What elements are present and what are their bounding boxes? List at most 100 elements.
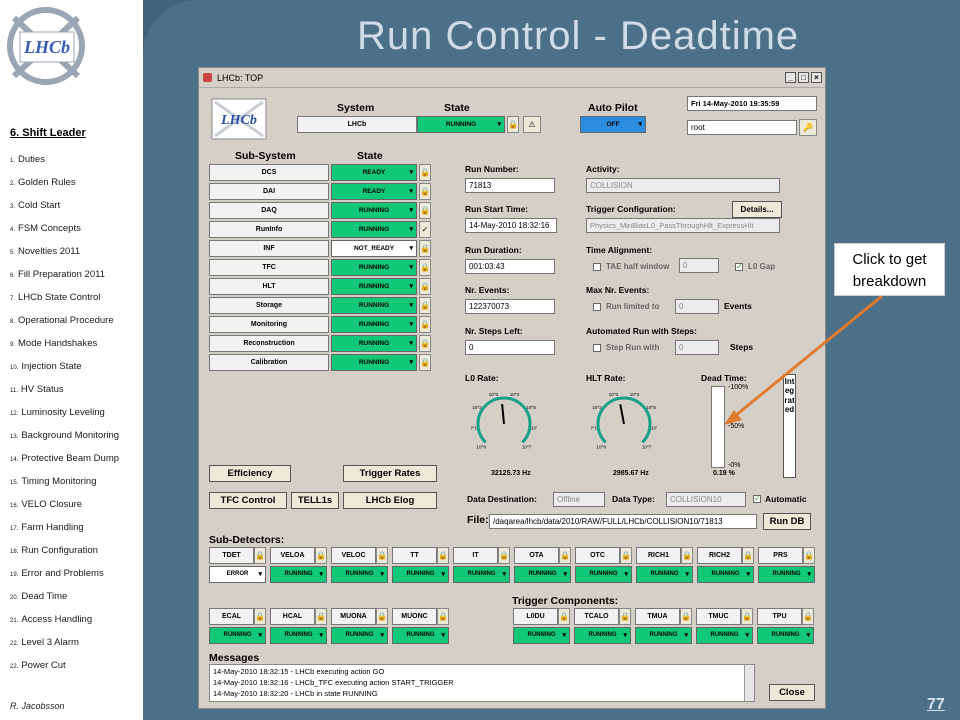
detector-name[interactable]: OTC xyxy=(575,547,620,564)
subsystem-state-dropdown[interactable]: RUNNING xyxy=(331,278,417,295)
lock-icon[interactable]: 🔒 xyxy=(376,608,388,625)
tae-checkbox[interactable] xyxy=(593,263,601,271)
messages-scrollbar[interactable] xyxy=(744,665,754,701)
lock-icon[interactable]: 🔒 xyxy=(419,335,431,352)
trigger-rates-button[interactable]: Trigger Rates xyxy=(343,465,437,482)
subsystem-name[interactable]: RunInfo xyxy=(209,221,329,238)
lock-icon[interactable]: 🔒 xyxy=(498,547,510,564)
lock-icon[interactable]: 🔒 xyxy=(419,297,431,314)
nav-item[interactable]: 20. Dead Time xyxy=(10,591,67,602)
lock-icon[interactable]: 🔒 xyxy=(419,354,431,371)
nav-heading[interactable]: 6. Shift Leader xyxy=(10,127,86,139)
detector-state-dropdown[interactable]: RUNNING xyxy=(574,627,631,644)
activity-dropdown[interactable]: COLLISION xyxy=(586,178,780,193)
nav-item[interactable]: 13. Background Monitoring xyxy=(10,430,119,441)
tae-value[interactable]: 0 xyxy=(679,258,719,273)
lock-icon[interactable]: 🔒 xyxy=(437,608,449,625)
lock-icon[interactable]: 🔒 xyxy=(419,183,431,200)
step-run-checkbox[interactable] xyxy=(593,344,601,352)
detector-name[interactable]: MUONA xyxy=(331,608,376,625)
detector-state-dropdown[interactable]: RUNNING xyxy=(331,627,388,644)
detector-name[interactable]: IT xyxy=(453,547,498,564)
lock-icon[interactable]: 🔒 xyxy=(254,608,266,625)
efficiency-button[interactable]: Efficiency xyxy=(209,465,291,482)
lock-icon[interactable]: 🔒 xyxy=(419,240,431,257)
detector-name[interactable]: RICH2 xyxy=(697,547,742,564)
tfc-control-button[interactable]: TFC Control xyxy=(209,492,287,509)
subsystem-name[interactable]: INF xyxy=(209,240,329,257)
detector-name[interactable]: HCAL xyxy=(270,608,315,625)
nav-item[interactable]: 1. Duties xyxy=(10,154,45,165)
subsystem-state-dropdown[interactable]: RUNNING xyxy=(331,354,417,371)
nav-item[interactable]: 18. Run Configuration xyxy=(10,545,98,556)
detector-name[interactable]: VELOC xyxy=(331,547,376,564)
detector-name[interactable]: MUONC xyxy=(392,608,437,625)
detector-name[interactable]: ECAL xyxy=(209,608,254,625)
key-icon[interactable]: 🔑 xyxy=(799,119,817,136)
lock-icon[interactable]: 🔒 xyxy=(681,547,693,564)
lock-icon[interactable]: 🔒 xyxy=(507,116,519,133)
page-number[interactable]: 77 xyxy=(927,696,945,714)
close-icon[interactable]: × xyxy=(811,72,822,83)
detector-state-dropdown[interactable]: RUNNING xyxy=(636,566,693,583)
details-button[interactable]: Details... xyxy=(732,201,782,218)
autopilot-dropdown[interactable]: OFF xyxy=(580,116,646,133)
detector-state-dropdown[interactable]: RUNNING xyxy=(513,627,570,644)
lock-icon[interactable]: 🔒 xyxy=(376,547,388,564)
subsystem-state-dropdown[interactable]: READY xyxy=(331,183,417,200)
subsystem-name[interactable]: Reconstruction xyxy=(209,335,329,352)
user-field[interactable]: root xyxy=(687,120,797,135)
maximize-icon[interactable]: □ xyxy=(798,72,809,83)
subsystem-name[interactable]: Monitoring xyxy=(209,316,329,333)
subsystem-state-dropdown[interactable]: RUNNING xyxy=(331,202,417,219)
nav-item[interactable]: 11. HV Status xyxy=(10,384,64,395)
elog-button[interactable]: LHCb Elog xyxy=(343,492,437,509)
subsystem-state-dropdown[interactable]: RUNNING xyxy=(331,335,417,352)
lock-icon[interactable]: 🔒 xyxy=(741,608,753,625)
nav-item[interactable]: 21. Access Handling xyxy=(10,614,92,625)
nav-item[interactable]: 5. Novelties 2011 xyxy=(10,246,80,257)
detector-state-dropdown[interactable]: RUNNING xyxy=(453,566,510,583)
nav-item[interactable]: 2. Golden Rules xyxy=(10,177,76,188)
detector-state-dropdown[interactable]: RUNNING xyxy=(635,627,692,644)
close-button[interactable]: Close xyxy=(769,684,815,701)
detector-name[interactable]: TCALO xyxy=(574,608,619,625)
nav-item[interactable]: 22. Power Cut xyxy=(10,660,66,671)
run-limited-checkbox[interactable] xyxy=(593,303,601,311)
subsystem-state-dropdown[interactable]: READY xyxy=(331,164,417,181)
detector-state-dropdown[interactable]: RUNNING xyxy=(270,627,327,644)
integrated-button[interactable]: Integrated xyxy=(783,374,796,478)
subsystem-name[interactable]: HLT xyxy=(209,278,329,295)
nav-item[interactable]: 14. Protective Beam Dump xyxy=(10,453,119,464)
subsystem-name[interactable]: Storage xyxy=(209,297,329,314)
subsystem-name[interactable]: TFC xyxy=(209,259,329,276)
nav-item[interactable]: 7. LHCb State Control xyxy=(10,292,100,303)
nav-item[interactable]: 9. Mode Handshakes xyxy=(10,338,97,349)
subsystem-name[interactable]: Calibration xyxy=(209,354,329,371)
lock-icon[interactable]: 🔒 xyxy=(558,608,570,625)
detector-name[interactable]: TPU xyxy=(757,608,802,625)
nav-item[interactable]: 22. Level 3 Alarm xyxy=(10,637,79,648)
step-run-value[interactable]: 0 xyxy=(675,340,719,355)
lock-icon[interactable]: 🔒 xyxy=(742,547,754,564)
lock-icon[interactable]: 🔒 xyxy=(419,278,431,295)
nav-item[interactable]: 17. Farm Handling xyxy=(10,522,84,533)
nav-item[interactable]: 16. VELO Closure xyxy=(10,499,82,510)
detector-state-dropdown[interactable]: ERROR xyxy=(209,566,266,583)
dead-time-bar[interactable] xyxy=(711,386,725,468)
lock-icon[interactable]: 🔒 xyxy=(680,608,692,625)
nav-item[interactable]: 8. Operational Procedure xyxy=(10,315,114,326)
detector-name[interactable]: VELOA xyxy=(270,547,315,564)
detector-state-dropdown[interactable]: RUNNING xyxy=(209,627,266,644)
detector-state-dropdown[interactable]: RUNNING xyxy=(331,566,388,583)
detector-state-dropdown[interactable]: RUNNING xyxy=(697,566,754,583)
subsystem-name[interactable]: DCS xyxy=(209,164,329,181)
l0gap-checkbox[interactable]: ✓ xyxy=(735,263,743,271)
detector-name[interactable]: PRS xyxy=(758,547,803,564)
lock-icon[interactable]: 🔒 xyxy=(419,164,431,181)
nav-item[interactable]: 6. Fill Preparation 2011 xyxy=(10,269,105,280)
detector-state-dropdown[interactable]: RUNNING xyxy=(392,627,449,644)
subsystem-name[interactable]: DAQ xyxy=(209,202,329,219)
detector-name[interactable]: TT xyxy=(392,547,437,564)
nav-item[interactable]: 3. Cold Start xyxy=(10,200,60,211)
